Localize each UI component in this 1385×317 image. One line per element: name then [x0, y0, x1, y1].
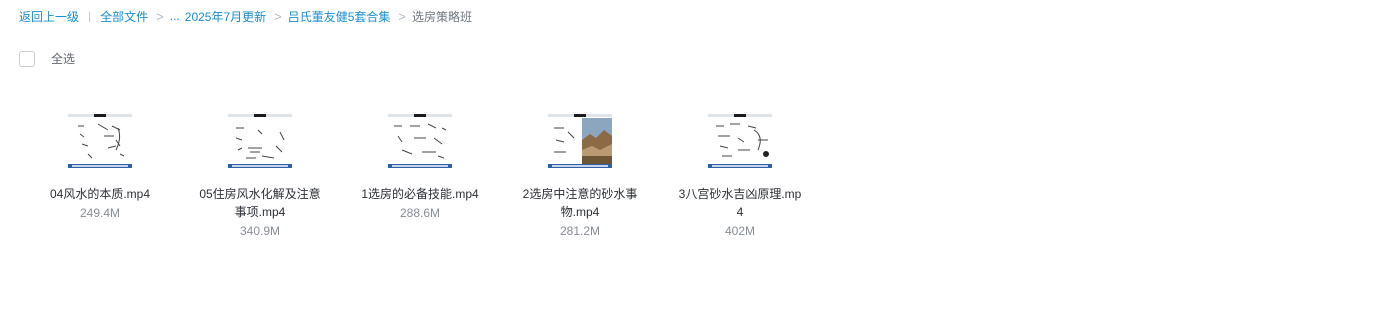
- file-name[interactable]: 2选房中注意的砂水事物.mp4: [518, 185, 642, 221]
- file-grid: 04风水的本质.mp4 249.4M 05住房风水化解及注意事项.mp4 340…: [20, 110, 820, 238]
- video-thumbnail-icon: [548, 110, 612, 174]
- file-name[interactable]: 3八宫砂水吉凶原理.mp4: [678, 185, 802, 221]
- breadcrumb-folder-collection[interactable]: 吕氏董友健5套合集: [288, 8, 391, 25]
- breadcrumb-back-link[interactable]: 返回上一级: [19, 8, 79, 25]
- file-item[interactable]: 04风水的本质.mp4 249.4M: [20, 110, 180, 238]
- file-item[interactable]: 1选房的必备技能.mp4 288.6M: [340, 110, 500, 238]
- video-thumbnail-icon: [228, 110, 292, 174]
- file-size: 288.6M: [399, 206, 441, 220]
- file-browser-page: 返回上一级 | 全部文件 > ... 2025年7月更新 > 吕氏董友健5套合集…: [0, 0, 1385, 317]
- video-thumbnail-icon: [68, 110, 132, 174]
- video-thumbnail-icon: [388, 110, 452, 174]
- file-name[interactable]: 05住房风水化解及注意事项.mp4: [198, 185, 322, 221]
- breadcrumb-ellipsis-link[interactable]: ...: [170, 9, 180, 23]
- select-all-checkbox[interactable]: [19, 50, 35, 67]
- select-all-row: 全选: [19, 50, 75, 67]
- file-item[interactable]: 05住房风水化解及注意事项.mp4 340.9M: [180, 110, 340, 238]
- file-name[interactable]: 04风水的本质.mp4: [38, 185, 162, 203]
- breadcrumb-separator-bar: |: [88, 9, 92, 23]
- file-item[interactable]: 3八宫砂水吉凶原理.mp4 402M: [660, 110, 820, 238]
- breadcrumb-current-folder: 选房策略班: [412, 9, 473, 24]
- file-size: 249.4M: [79, 206, 121, 220]
- file-size: 402M: [724, 224, 756, 238]
- file-item[interactable]: 2选房中注意的砂水事物.mp4 281.2M: [500, 110, 660, 238]
- chevron-right-icon: >: [156, 8, 164, 24]
- breadcrumb: 返回上一级 | 全部文件 > ... 2025年7月更新 > 吕氏董友健5套合集…: [19, 8, 472, 24]
- breadcrumb-all-files-link[interactable]: 全部文件: [100, 8, 148, 25]
- chevron-right-icon: >: [274, 8, 282, 24]
- breadcrumb-folder-2025-7[interactable]: 2025年7月更新: [185, 8, 266, 25]
- video-thumbnail-icon: [708, 110, 772, 174]
- file-size: 281.2M: [559, 224, 601, 238]
- select-all-label: 全选: [51, 52, 76, 66]
- file-size: 340.9M: [239, 224, 281, 238]
- file-name[interactable]: 1选房的必备技能.mp4: [358, 185, 482, 203]
- chevron-right-icon: >: [398, 8, 407, 24]
